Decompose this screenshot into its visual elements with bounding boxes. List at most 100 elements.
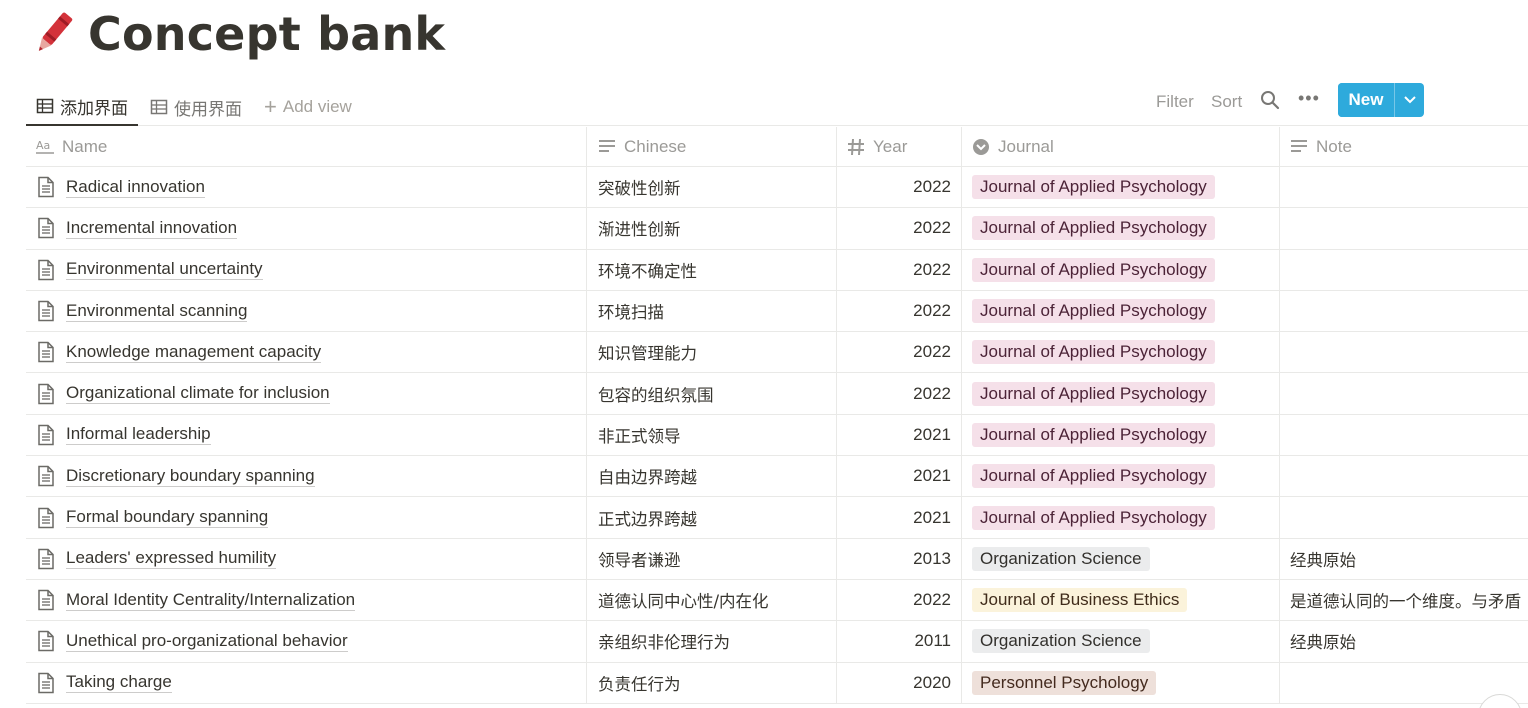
row-title[interactable]: Formal boundary spanning <box>66 507 269 529</box>
chinese-cell[interactable]: 领导者谦逊 <box>587 538 837 579</box>
note-cell[interactable] <box>1280 497 1528 537</box>
note-cell[interactable]: 经典原始 <box>1280 621 1528 661</box>
journal-cell[interactable]: Organization Science <box>962 621 1280 662</box>
year-cell[interactable]: 2022 <box>837 208 962 249</box>
journal-cell[interactable]: Journal of Applied Psychology <box>962 373 1280 414</box>
note-cell[interactable] <box>1280 373 1528 413</box>
journal-cell[interactable]: Journal of Applied Psychology <box>962 414 1280 456</box>
name-cell[interactable]: Unethical pro-organizational behavior <box>26 621 587 662</box>
note-cell[interactable]: 是道德认同的一个维度。与矛盾 <box>1280 580 1528 620</box>
table-row[interactable]: Knowledge management capacity 知识管理能力 202… <box>26 332 1528 374</box>
chinese-cell[interactable]: 负责任行为 <box>587 662 837 703</box>
sort-button[interactable]: Sort <box>1211 92 1242 112</box>
journal-cell[interactable]: Journal of Applied Psychology <box>962 456 1280 497</box>
new-button-label[interactable]: New <box>1338 83 1394 117</box>
column-header-chinese[interactable]: Chinese <box>587 127 837 166</box>
name-cell[interactable]: Environmental uncertainty <box>26 249 587 290</box>
table-row[interactable]: Organizational climate for inclusion 包容的… <box>26 373 1528 415</box>
journal-cell[interactable]: Personnel Psychology <box>962 662 1280 703</box>
chinese-cell[interactable]: 渐进性创新 <box>587 208 837 249</box>
year-cell[interactable]: 2022 <box>837 167 962 208</box>
year-cell[interactable]: 2022 <box>837 332 962 373</box>
chinese-cell[interactable]: 环境不确定性 <box>587 249 837 290</box>
journal-cell[interactable]: Journal of Applied Psychology <box>962 167 1280 208</box>
year-cell[interactable]: 2020 <box>837 662 962 703</box>
chinese-cell[interactable]: 环境扫描 <box>587 290 837 332</box>
note-cell[interactable] <box>1280 456 1528 496</box>
row-title[interactable]: Discretionary boundary spanning <box>66 466 315 487</box>
row-title[interactable]: Environmental scanning <box>66 301 248 322</box>
name-cell[interactable]: Formal boundary spanning <box>26 497 587 538</box>
row-title[interactable]: Knowledge management capacity <box>66 342 322 363</box>
year-cell[interactable]: 2013 <box>837 538 962 579</box>
row-title[interactable]: Moral Identity Centrality/Internalizatio… <box>66 590 356 611</box>
tab-add-view-page[interactable]: 添加界面 <box>26 88 138 126</box>
chinese-cell[interactable]: 知识管理能力 <box>587 332 837 373</box>
note-cell[interactable] <box>1280 332 1528 372</box>
name-cell[interactable]: Environmental scanning <box>26 290 587 332</box>
row-title[interactable]: Taking charge <box>66 672 172 694</box>
year-cell[interactable]: 2021 <box>837 456 962 497</box>
table-row[interactable]: Incremental innovation 渐进性创新 2022 Journa… <box>26 208 1528 250</box>
add-view-button[interactable]: + Add view <box>264 88 352 126</box>
name-cell[interactable]: Knowledge management capacity <box>26 332 587 373</box>
chinese-cell[interactable]: 道德认同中心性/内在化 <box>587 579 837 621</box>
table-row[interactable]: Radical innovation 突破性创新 2022 Journal of… <box>26 167 1528 209</box>
column-header-year[interactable]: Year <box>837 127 962 166</box>
journal-cell[interactable]: Journal of Business Ethics <box>962 579 1280 621</box>
new-button[interactable]: New <box>1338 83 1424 117</box>
name-cell[interactable]: Moral Identity Centrality/Internalizatio… <box>26 579 587 621</box>
row-title[interactable]: Organizational climate for inclusion <box>66 383 330 405</box>
row-title[interactable]: Incremental innovation <box>66 218 238 239</box>
name-cell[interactable]: Radical innovation <box>26 167 587 208</box>
year-cell[interactable]: 2022 <box>837 579 962 621</box>
table-row[interactable]: Informal leadership 非正式领导 2021 Journal o… <box>26 414 1528 457</box>
note-cell[interactable] <box>1280 291 1528 331</box>
name-cell[interactable]: Incremental innovation <box>26 208 587 249</box>
page-title[interactable]: Concept bank <box>88 7 445 61</box>
note-cell[interactable] <box>1280 250 1528 290</box>
table-row[interactable]: Discretionary boundary spanning 自由边界跨越 2… <box>26 456 1528 498</box>
year-cell[interactable]: 2011 <box>837 621 962 662</box>
row-title[interactable]: Unethical pro-organizational behavior <box>66 631 348 652</box>
row-title[interactable]: Radical innovation <box>66 177 205 198</box>
journal-cell[interactable]: Journal of Applied Psychology <box>962 497 1280 538</box>
new-dropdown-button[interactable] <box>1394 83 1424 117</box>
name-cell[interactable]: Discretionary boundary spanning <box>26 456 587 497</box>
name-cell[interactable]: Informal leadership <box>26 414 587 456</box>
journal-cell[interactable]: Organization Science <box>962 538 1280 579</box>
journal-cell[interactable]: Journal of Applied Psychology <box>962 332 1280 373</box>
chinese-cell[interactable]: 正式边界跨越 <box>587 497 837 538</box>
table-row[interactable]: Unethical pro-organizational behavior 亲组… <box>26 621 1528 663</box>
note-cell[interactable] <box>1280 208 1528 248</box>
chinese-cell[interactable]: 自由边界跨越 <box>587 456 837 497</box>
year-cell[interactable]: 2021 <box>837 497 962 538</box>
year-cell[interactable]: 2021 <box>837 414 962 456</box>
column-header-journal[interactable]: Journal <box>962 127 1280 166</box>
note-cell[interactable]: 经典原始 <box>1280 539 1528 579</box>
journal-cell[interactable]: Journal of Applied Psychology <box>962 208 1280 249</box>
name-cell[interactable]: Leaders' expressed humility <box>26 538 587 579</box>
row-title[interactable]: Leaders' expressed humility <box>66 548 277 570</box>
chinese-cell[interactable]: 非正式领导 <box>587 414 837 456</box>
row-title[interactable]: Environmental uncertainty <box>66 259 263 281</box>
column-header-note[interactable]: Note <box>1280 127 1528 166</box>
table-row[interactable]: Leaders' expressed humility 领导者谦逊 2013 O… <box>26 538 1528 580</box>
name-cell[interactable]: Organizational climate for inclusion <box>26 373 587 414</box>
column-header-name[interactable]: Aa Name <box>26 127 587 166</box>
chinese-cell[interactable]: 亲组织非伦理行为 <box>587 621 837 662</box>
journal-cell[interactable]: Journal of Applied Psychology <box>962 249 1280 290</box>
filter-button[interactable]: Filter <box>1156 92 1194 112</box>
note-cell[interactable] <box>1280 167 1528 207</box>
table-row[interactable]: Environmental uncertainty 环境不确定性 2022 Jo… <box>26 249 1528 291</box>
row-title[interactable]: Informal leadership <box>66 424 211 446</box>
name-cell[interactable]: Taking charge <box>26 662 587 703</box>
table-row[interactable]: Moral Identity Centrality/Internalizatio… <box>26 579 1528 622</box>
chinese-cell[interactable]: 包容的组织氛围 <box>587 373 837 414</box>
table-row[interactable]: Taking charge 负责任行为 2020 Personnel Psych… <box>26 662 1528 704</box>
search-icon[interactable] <box>1260 90 1280 110</box>
year-cell[interactable]: 2022 <box>837 249 962 290</box>
note-cell[interactable] <box>1280 415 1528 455</box>
tab-use-view-page[interactable]: 使用界面 <box>150 88 242 126</box>
chinese-cell[interactable]: 突破性创新 <box>587 167 837 208</box>
